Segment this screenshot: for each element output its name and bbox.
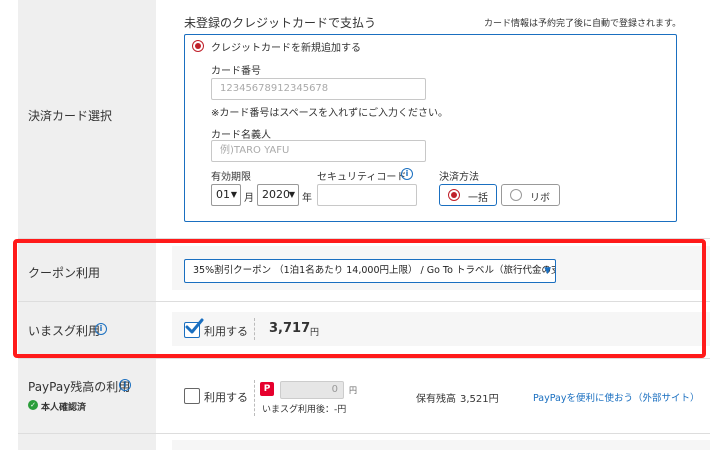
new-card-radio[interactable] xyxy=(192,40,204,52)
verified-label: 本人確認済 xyxy=(41,403,87,413)
payment-revolving-radio xyxy=(510,189,522,201)
payment-lump-option[interactable]: 一括 xyxy=(439,184,497,206)
highlight-frame xyxy=(13,239,706,358)
card-holder-input[interactable]: 例)TARO YAFU xyxy=(211,140,426,162)
paypay-amount-value: 0 xyxy=(331,384,338,395)
row-divider xyxy=(18,433,710,434)
paypay-checkbox-label: 利用する xyxy=(204,391,248,404)
balance-label: 保有残高 xyxy=(416,394,456,405)
paypay-unit: 円 xyxy=(349,386,357,395)
payment-method-label: 決済方法 xyxy=(439,172,479,183)
expiry-year-value: 2020 xyxy=(262,188,290,201)
paypay-logo-icon: P xyxy=(260,382,274,396)
month-suffix: 月 xyxy=(244,193,254,204)
card-section-header: 未登録のクレジットカードで支払う xyxy=(184,16,377,30)
paypay-after-note: いまスグ利用後：-円 xyxy=(262,405,347,415)
info-icon[interactable]: i xyxy=(401,168,413,180)
payment-lump-label: 一括 xyxy=(468,193,488,204)
expiry-month-value: 01 xyxy=(216,188,230,201)
paypay-checkbox[interactable] xyxy=(184,388,200,404)
paypay-section-label: PayPay残高の利用 xyxy=(28,380,131,394)
security-code-input[interactable] xyxy=(317,184,417,206)
label-cell-next xyxy=(18,434,156,450)
divider xyxy=(254,380,255,416)
card-number-label: カード番号 xyxy=(211,66,261,77)
payment-lump-radio xyxy=(448,189,460,201)
new-card-option-label: クレジットカードを新規追加する xyxy=(211,43,361,54)
card-number-input[interactable]: 1234567891234567​8 xyxy=(211,78,426,100)
year-suffix: 年 xyxy=(302,193,312,204)
chevron-down-icon: ▼ xyxy=(288,190,295,199)
card-section-label: 決済カード選択 xyxy=(28,109,113,123)
expiry-year-select[interactable]: 2020 ▼ xyxy=(257,184,299,206)
row-divider xyxy=(18,358,710,359)
paypay-external-link[interactable]: PayPayを便利に使おう（外部サイト） xyxy=(533,390,700,404)
card-section-note: カード情報は予約完了後に自動で登録されます。 xyxy=(484,19,682,29)
expiry-label: 有効期限 xyxy=(211,172,251,183)
check-circle-icon: ✓ xyxy=(28,400,38,410)
info-icon[interactable]: i xyxy=(119,379,131,391)
card-holder-label: カード名義人 xyxy=(211,130,271,141)
label-cell-paypay xyxy=(18,359,156,433)
paypay-amount-input[interactable]: 0 xyxy=(280,381,344,399)
payment-revolving-option[interactable]: リボ xyxy=(501,184,560,206)
chevron-down-icon: ▼ xyxy=(230,190,237,199)
balance-value: 3,521円 xyxy=(460,394,499,405)
payment-revolving-label: リボ xyxy=(530,193,550,204)
card-number-note: ※カード番号はスペースを入れずにご入力ください。 xyxy=(211,108,448,119)
security-code-label: セキュリティコード xyxy=(317,172,407,183)
next-field-bg xyxy=(172,440,710,450)
expiry-month-select[interactable]: 01 ▼ xyxy=(211,184,241,206)
